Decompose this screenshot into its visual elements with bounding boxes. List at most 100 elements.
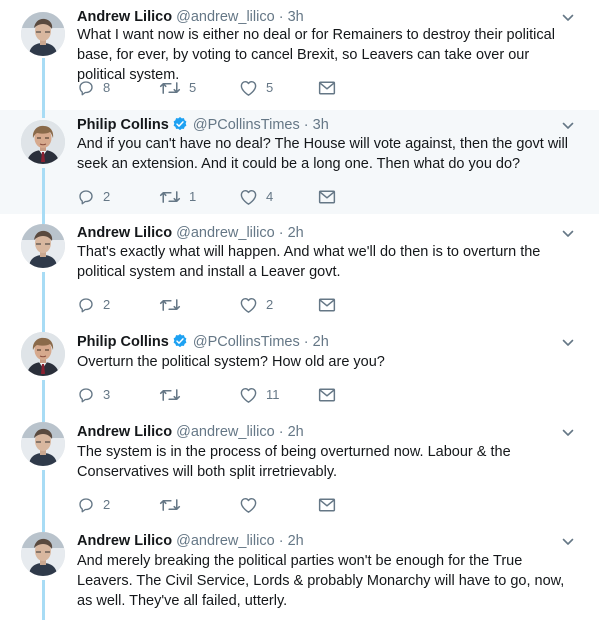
retweet-icon <box>159 296 181 314</box>
reply-button[interactable]: 3 <box>77 385 110 405</box>
retweet-count: 1 <box>189 189 197 204</box>
author-name[interactable]: Andrew Lilico <box>77 225 172 241</box>
avatar[interactable] <box>21 120 65 164</box>
thread-connector <box>42 470 45 522</box>
direct-message-button[interactable] <box>318 495 336 515</box>
reply-button[interactable]: 8 <box>77 78 110 98</box>
like-count: 5 <box>266 80 274 95</box>
portrait-image <box>21 532 65 576</box>
author-handle[interactable]: @andrew_lilico <box>176 9 275 25</box>
avatar[interactable] <box>21 12 65 56</box>
chevron-down-icon[interactable] <box>561 336 575 350</box>
reply-icon <box>77 496 95 514</box>
chevron-down-icon[interactable] <box>561 535 575 549</box>
avatar[interactable] <box>21 422 65 466</box>
separator-dot: · <box>278 225 284 241</box>
retweet-button[interactable] <box>159 385 189 405</box>
avatar[interactable] <box>21 332 65 376</box>
like-button[interactable]: 11 <box>239 385 280 405</box>
reply-button[interactable]: 2 <box>77 295 110 315</box>
portrait-image <box>21 422 65 466</box>
retweet-icon <box>159 79 181 97</box>
replie-count: 2 <box>103 497 111 512</box>
retweet-button[interactable]: 1 <box>159 187 196 207</box>
tweet-header: Andrew Lilico @andrew_lilico · 2h <box>77 423 304 441</box>
replie-count: 2 <box>103 297 111 312</box>
direct-message-button[interactable] <box>318 78 336 98</box>
reply-button[interactable]: 2 <box>77 495 110 515</box>
direct-message-button[interactable] <box>318 295 336 315</box>
like-button[interactable] <box>239 495 266 515</box>
heart-icon <box>239 79 258 97</box>
chevron-down-icon[interactable] <box>561 426 575 440</box>
retweet-button[interactable] <box>159 495 189 515</box>
replie-count: 8 <box>103 80 111 95</box>
author-name[interactable]: Andrew Lilico <box>77 424 172 440</box>
tweet[interactable]: Philip Collins @PCollinsTimes · 3h And i… <box>0 110 599 214</box>
tweet-actions: 8 5 5 <box>77 78 377 98</box>
tweet-text: And if you can't have no deal? The House… <box>77 136 568 172</box>
author-handle[interactable]: @PCollinsTimes <box>193 334 300 350</box>
like-count: 2 <box>266 297 274 312</box>
author-name[interactable]: Philip Collins <box>77 334 169 350</box>
portrait-image <box>21 332 65 376</box>
timestamp[interactable]: 3h <box>288 9 304 25</box>
timestamp[interactable]: 2h <box>288 424 304 440</box>
retweet-button[interactable] <box>159 295 189 315</box>
reply-icon <box>77 188 95 206</box>
like-button[interactable]: 2 <box>239 295 273 315</box>
separator-dot: · <box>303 117 309 133</box>
timestamp[interactable]: 2h <box>288 533 304 549</box>
thread-connector <box>42 214 45 224</box>
reply-icon <box>77 79 95 97</box>
tweet[interactable]: Andrew Lilico @andrew_lilico · 2h And me… <box>0 522 599 620</box>
author-handle[interactable]: @andrew_lilico <box>176 424 275 440</box>
tweet[interactable]: Andrew Lilico @andrew_lilico · 3h What I… <box>0 0 599 110</box>
tweet[interactable]: Andrew Lilico @andrew_lilico · 2h That's… <box>0 214 599 322</box>
thread-connector <box>42 412 45 422</box>
avatar[interactable] <box>21 532 65 576</box>
avatar[interactable] <box>21 224 65 268</box>
tweet-thread: Andrew Lilico @andrew_lilico · 3h What I… <box>0 0 599 620</box>
chevron-down-icon[interactable] <box>561 119 575 133</box>
envelope-icon <box>318 387 336 403</box>
thread-connector <box>42 58 45 110</box>
direct-message-button[interactable] <box>318 187 336 207</box>
retweet-icon <box>159 386 181 404</box>
author-handle[interactable]: @andrew_lilico <box>176 225 275 241</box>
retweet-button[interactable]: 5 <box>159 78 196 98</box>
tweet-text: And merely breaking the political partie… <box>77 553 565 609</box>
timestamp[interactable]: 2h <box>288 225 304 241</box>
timestamp[interactable]: 3h <box>313 117 329 133</box>
envelope-icon <box>318 189 336 205</box>
author-name[interactable]: Andrew Lilico <box>77 9 172 25</box>
tweet-actions: 2 <box>77 495 377 515</box>
reply-button[interactable]: 2 <box>77 187 110 207</box>
heart-icon <box>239 188 258 206</box>
thread-connector <box>42 168 45 214</box>
thread-connector <box>42 322 45 332</box>
replie-count: 3 <box>103 387 111 402</box>
tweet-text: That's exactly what will happen. And wha… <box>77 244 541 280</box>
heart-icon <box>239 496 258 514</box>
tweet-actions: 3 11 <box>77 385 377 405</box>
author-handle[interactable]: @PCollinsTimes <box>193 117 300 133</box>
envelope-icon <box>318 80 336 96</box>
tweet[interactable]: Philip Collins @PCollinsTimes · 2h Overt… <box>0 322 599 412</box>
chevron-down-icon[interactable] <box>561 11 575 25</box>
like-button[interactable]: 4 <box>239 187 273 207</box>
tweet-actions: 2 1 4 <box>77 187 377 207</box>
author-name[interactable]: Andrew Lilico <box>77 533 172 549</box>
timestamp[interactable]: 2h <box>313 334 329 350</box>
direct-message-button[interactable] <box>318 385 336 405</box>
envelope-icon <box>318 297 336 313</box>
like-button[interactable]: 5 <box>239 78 273 98</box>
author-handle[interactable]: @andrew_lilico <box>176 533 275 549</box>
tweet[interactable]: Andrew Lilico @andrew_lilico · 2h The sy… <box>0 412 599 522</box>
portrait-image <box>21 120 65 164</box>
chevron-down-icon[interactable] <box>561 227 575 241</box>
tweet-header: Philip Collins @PCollinsTimes · 2h <box>77 333 329 354</box>
author-name[interactable]: Philip Collins <box>77 117 169 133</box>
tweet-text: The system is in the process of being ov… <box>77 444 511 480</box>
retweet-icon <box>159 496 181 514</box>
